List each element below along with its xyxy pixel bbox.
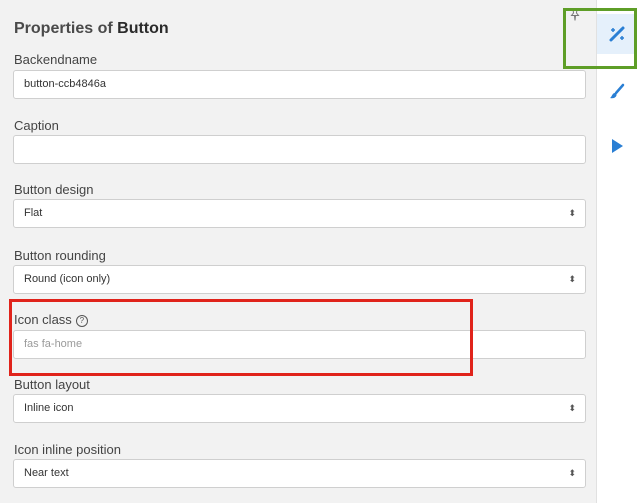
brush-icon (610, 83, 625, 99)
select-caret-icon: ⬍ (568, 468, 576, 478)
button-layout-value: Inline icon (24, 402, 74, 414)
button-rounding-label: Button rounding (14, 248, 106, 263)
button-design-label: Button design (14, 182, 94, 197)
panel-title-prefix: Properties of (14, 20, 113, 37)
button-rounding-value: Round (icon only) (24, 273, 111, 285)
select-caret-icon: ⬍ (568, 274, 576, 284)
icon-inline-position-value: Near text (24, 467, 69, 479)
style-tab-button[interactable] (597, 72, 637, 112)
caption-label: Caption (14, 118, 59, 133)
caption-input[interactable] (13, 135, 586, 164)
properties-panel: Properties of Button Backendname button-… (0, 0, 597, 503)
panel-title: Properties of Button (14, 20, 169, 38)
button-layout-select[interactable]: Inline icon ⬍ (13, 394, 586, 423)
icon-inline-position-select[interactable]: Near text ⬍ (13, 459, 586, 488)
panel-title-object: Button (117, 20, 169, 37)
icon-inline-position-label: Icon inline position (14, 442, 121, 457)
right-toolbar (597, 0, 637, 503)
button-layout-label: Button layout (14, 377, 90, 392)
select-caret-icon: ⬍ (568, 403, 576, 413)
run-tab-button[interactable] (597, 126, 637, 166)
backendname-label: Backendname (14, 52, 98, 67)
play-icon (612, 139, 623, 153)
highlight-green-box (563, 8, 637, 69)
select-caret-icon: ⬍ (568, 208, 576, 218)
button-design-value: Flat (24, 207, 43, 219)
button-design-select[interactable]: Flat ⬍ (13, 199, 586, 228)
highlight-red-box (9, 299, 473, 376)
button-rounding-select[interactable]: Round (icon only) ⬍ (13, 265, 586, 294)
backendname-input[interactable]: button-ccb4846a (13, 70, 586, 99)
